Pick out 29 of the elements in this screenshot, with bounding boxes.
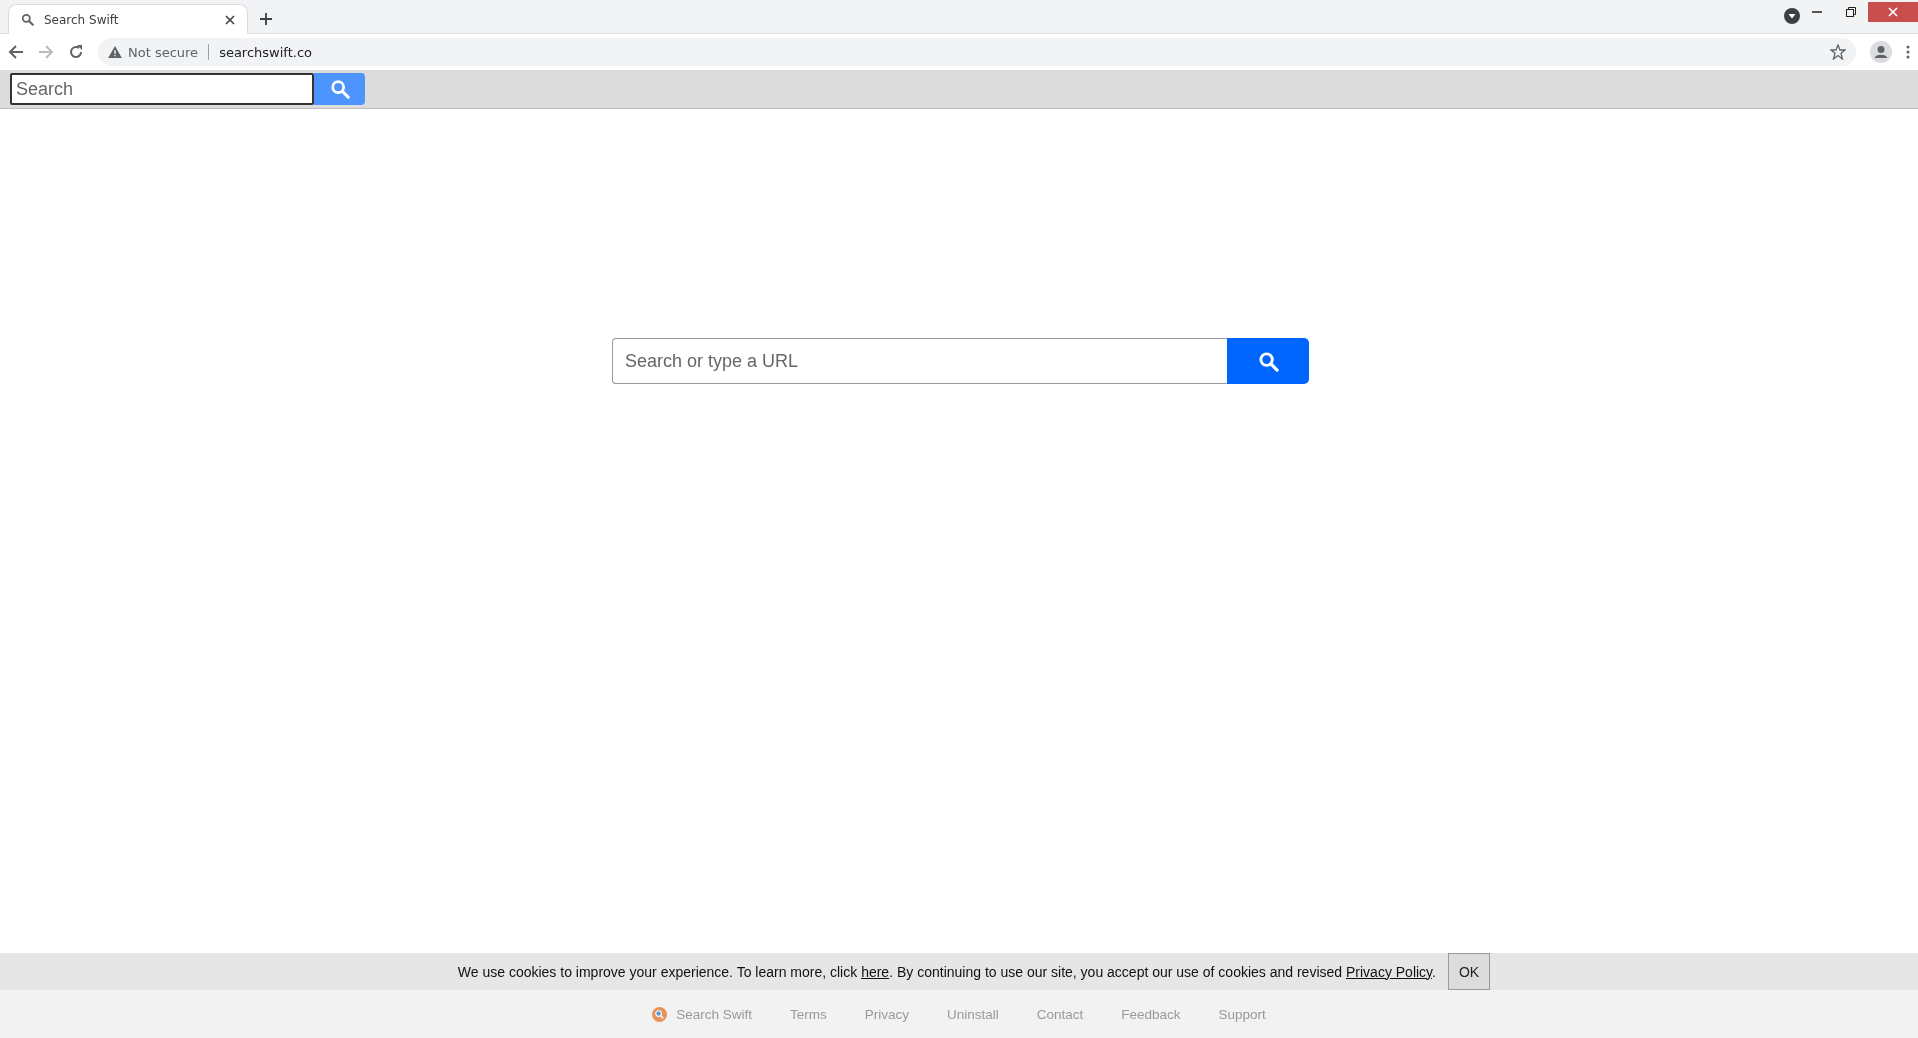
search-field[interactable]: Search <box>10 73 314 105</box>
cookie-notice-text: We use cookies to improve your experience. To learn more, click here. By continuing to use our site, you accept our use of cookies and revised Privacy Policy. <box>457 963 1436 980</box>
dropdown-icon[interactable] <box>1784 8 1800 24</box>
reload-icon[interactable] <box>68 44 84 60</box>
star-icon[interactable] <box>1830 44 1846 60</box>
address-bar[interactable]: Not secure searchswift.co <box>98 38 1856 66</box>
url-text: searchswift.co <box>219 44 313 60</box>
search-icon <box>1257 350 1279 372</box>
restore-icon[interactable] <box>1846 7 1856 17</box>
ok-button[interactable]: OK <box>1447 953 1491 990</box>
security-label[interactable]: Not secure <box>128 44 199 60</box>
brand-name: Search Swift <box>676 1006 752 1022</box>
close-icon <box>1888 7 1898 17</box>
search-icon <box>21 13 34 26</box>
profile-icon[interactable] <box>1870 41 1892 63</box>
link[interactable]: Privacy Policy <box>1346 963 1433 980</box>
back-icon[interactable] <box>8 44 24 60</box>
search-button[interactable] <box>314 73 365 105</box>
search-field[interactable]: Search or type a URL <box>612 338 1227 384</box>
close-icon[interactable] <box>225 14 235 25</box>
warning-icon <box>108 46 122 58</box>
search-icon <box>329 79 350 99</box>
close-button[interactable] <box>1868 2 1918 22</box>
search-button[interactable] <box>1227 338 1309 384</box>
menu-icon[interactable] <box>1906 45 1910 59</box>
magnifier-logo-icon <box>652 1006 668 1022</box>
link[interactable]: here <box>861 963 890 980</box>
new-tab-icon[interactable] <box>260 13 272 25</box>
browser-tab[interactable]: Search Swift <box>8 4 248 34</box>
